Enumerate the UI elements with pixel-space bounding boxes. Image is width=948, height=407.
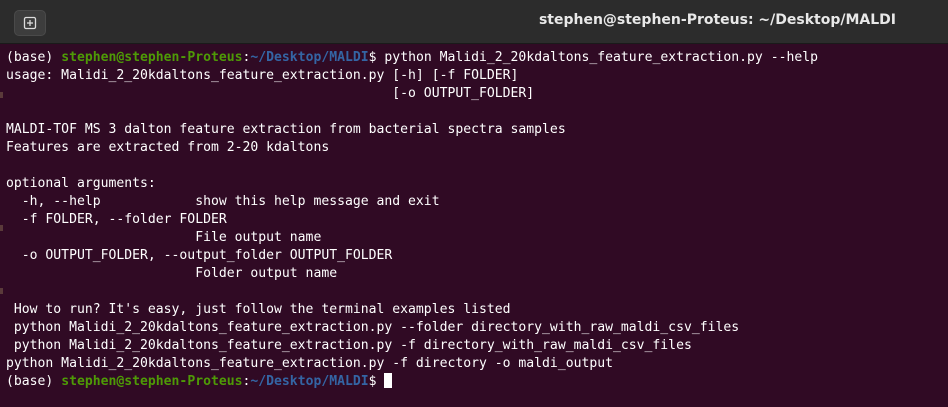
output-line: python Malidi_2_20kdaltons_feature_extra… [6,338,692,353]
output-line: File output name [6,230,322,245]
prompt-dollar: $ [368,374,385,389]
output-line: MALDI-TOF MS 3 dalton feature extraction… [6,122,566,137]
window-title: stephen@stephen-Proteus: ~/Desktop/MALDI [538,12,896,28]
window-edge-marker [0,92,3,98]
title-bar[interactable]: stephen@stephen-Proteus: ~/Desktop/MALDI [0,0,948,44]
window-edge-marker [0,288,3,294]
output-line: -f FOLDER, --folder FOLDER [6,212,227,227]
output-line: usage: Malidi_2_20kdaltons_feature_extra… [6,68,519,83]
output-line: -h, --help show this help message and ex… [6,194,440,209]
command-text: python Malidi_2_20kdaltons_feature_extra… [384,50,818,65]
prompt-dollar: $ [368,50,385,65]
output-line: [-o OUTPUT_FOLDER] [6,86,535,101]
conda-env-label: (base) [6,374,62,389]
terminal-output[interactable]: (base) stephen@stephen-Proteus:~/Desktop… [0,44,948,407]
conda-env-label: (base) [6,50,62,65]
text-cursor [384,373,393,388]
new-tab-icon [22,15,38,31]
prompt-path: ~/Desktop/MALDI [250,374,369,389]
prompt-user-host: stephen@stephen-Proteus [61,50,243,65]
output-line: How to run? It's easy, just follow the t… [6,302,511,317]
window-edge-marker [0,225,3,231]
prompt-line: (base) stephen@stephen-Proteus:~/Desktop… [6,49,818,67]
prompt-user-host: stephen@stephen-Proteus [61,374,243,389]
output-line: Folder output name [6,266,338,281]
output-line: -o OUTPUT_FOLDER, --output_folder OUTPUT… [6,248,393,263]
prompt-line[interactable]: (base) stephen@stephen-Proteus:~/Desktop… [6,373,393,391]
output-line: Features are extracted from 2-20 kdalton… [6,140,330,155]
output-line: python Malidi_2_20kdaltons_feature_extra… [6,320,740,335]
new-tab-button[interactable] [14,10,46,36]
output-line: optional arguments: [6,176,156,191]
output-line: python Malidi_2_20kdaltons_feature_extra… [6,356,613,371]
prompt-path: ~/Desktop/MALDI [250,50,369,65]
